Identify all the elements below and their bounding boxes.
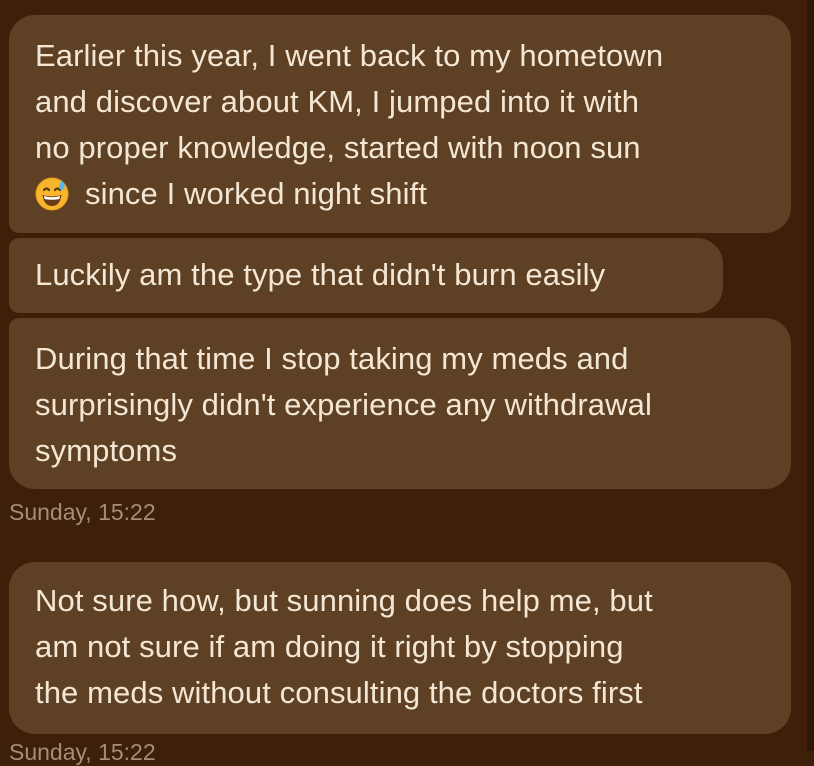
message-bubble[interactable]: Luckily am the type that didn't burn eas…: [9, 238, 723, 313]
message-line: Earlier this year, I went back to my hom…: [35, 38, 664, 73]
message-timestamp: Sunday, 15:22: [9, 739, 156, 765]
message-bubble[interactable]: Earlier this year, I went back to my hom…: [9, 15, 791, 233]
chat-thread: Earlier this year, I went back to my hom…: [0, 0, 814, 765]
message-line: am not sure if am doing it right by stop…: [35, 629, 624, 664]
message-line: Luckily am the type that didn't burn eas…: [35, 257, 606, 292]
message-line: symptoms: [35, 433, 178, 468]
message-bubble[interactable]: Not sure how, but sunning does help me, …: [9, 562, 791, 734]
message-line: the meds without consulting the doctors …: [35, 675, 643, 710]
message-line: Not sure how, but sunning does help me, …: [35, 583, 653, 618]
message-timestamp: Sunday, 15:22: [9, 499, 156, 525]
message-line-text: since I worked night shift: [85, 176, 428, 211]
grinning-face-with-sweat-icon: [35, 177, 69, 211]
message-line: During that time I stop taking my meds a…: [35, 341, 629, 376]
message-line-with-emoji: since I worked night shift: [35, 171, 791, 217]
message-line: and discover about KM, I jumped into it …: [35, 84, 640, 119]
message-line: surprisingly didn't experience any withd…: [35, 387, 652, 422]
message-bubble[interactable]: During that time I stop taking my meds a…: [9, 318, 791, 489]
message-line: no proper knowledge, started with noon s…: [35, 130, 641, 165]
scrollbar-track[interactable]: [807, 0, 814, 751]
